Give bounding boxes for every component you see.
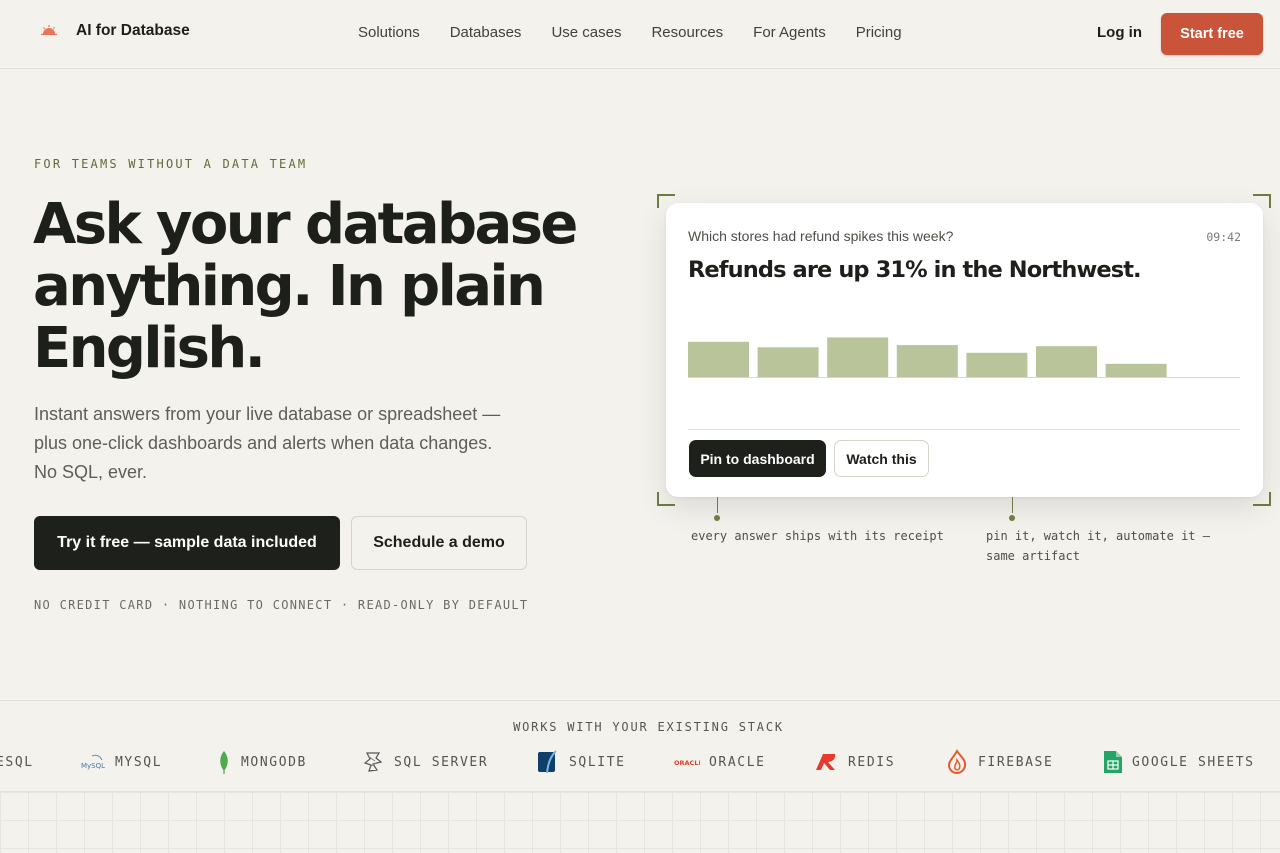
logo-row: ESQL MySQL MYSQL MONGODB SQL SERVER — [0, 748, 1280, 776]
sunrise-logo-icon — [41, 25, 57, 36]
logo-redis: REDIS — [813, 748, 895, 776]
mysql-mark: MySQL — [81, 762, 105, 770]
card-answer: Refunds are up 31% in the Northwest. — [688, 257, 1142, 283]
nav-resources[interactable]: Resources — [651, 24, 723, 41]
main-menu: Solutions Databases Use cases Resources … — [358, 24, 902, 41]
card-timestamp: 09:42 — [1206, 230, 1241, 244]
sqlite-icon — [538, 750, 557, 774]
hero-eyebrow: FOR TEAMS WITHOUT A DATA TEAM — [34, 157, 308, 171]
headline-line-3: English. — [33, 316, 266, 381]
callout-connector — [1012, 497, 1013, 513]
chart-bar — [827, 337, 889, 377]
callout-artifact: pin it, watch it, automate it — same art… — [986, 529, 1210, 563]
sql-server-icon — [363, 752, 383, 772]
logo-label: MONGODB — [241, 754, 307, 770]
chart-bar — [688, 341, 749, 377]
headline-line-1: Ask your database — [33, 192, 578, 257]
logo-label: SQL SERVER — [394, 754, 489, 770]
logo-mongodb: MONGODB — [216, 748, 307, 776]
start-free-button[interactable]: Start free — [1161, 13, 1263, 55]
logo-firebase: FIREBASE — [945, 748, 1053, 776]
logo-label: ESQL — [0, 754, 34, 770]
hero-subtitle: Instant answers from your live database … — [34, 404, 501, 482]
oracle-mark: ORACLE — [674, 759, 700, 767]
oracle-icon: ORACLE — [674, 759, 700, 767]
firebase-icon — [947, 749, 967, 775]
google-sheets-icon — [1104, 751, 1122, 773]
chart-bar — [1105, 363, 1167, 377]
nav-for-agents[interactable]: For Agents — [753, 24, 826, 41]
grid-background — [0, 792, 1280, 853]
refund-bar-chart — [688, 337, 1240, 378]
mysql-icon: MySQL — [81, 754, 105, 770]
nav-use-cases[interactable]: Use cases — [551, 24, 621, 41]
pin-to-dashboard-button[interactable]: Pin to dashboard — [689, 440, 826, 477]
nav-solutions[interactable]: Solutions — [358, 24, 420, 41]
logo-sqlite: SQLITE — [536, 748, 626, 776]
integrations-title: WORKS WITH YOUR EXISTING STACK — [513, 720, 784, 734]
schedule-demo-button[interactable]: Schedule a demo — [351, 516, 527, 570]
logo-oracle: ORACLE ORACLE — [674, 748, 766, 776]
hero-fineprint: NO CREDIT CARD · NOTHING TO CONNECT · RE… — [34, 598, 529, 612]
answer-card: Which stores had refund spikes this week… — [666, 203, 1263, 497]
brand-name: AI for Database — [76, 22, 190, 39]
headline-line-2: anything. In plain — [33, 254, 546, 319]
chart-bar — [1036, 346, 1097, 377]
try-free-button[interactable]: Try it free — sample data included — [34, 516, 340, 570]
integrations-strip: WORKS WITH YOUR EXISTING STACK ESQL MySQ… — [0, 700, 1280, 792]
redis-icon — [816, 754, 836, 770]
chart-bar — [757, 347, 819, 377]
callout-connector — [717, 497, 718, 513]
logo-label: MYSQL — [115, 754, 163, 770]
watch-this-button[interactable]: Watch this — [834, 440, 929, 477]
logo-label: REDIS — [848, 754, 896, 770]
top-navigation: AI for Database Solutions Databases Use … — [0, 0, 1280, 69]
callout-receipt: every answer ships with its receipt — [691, 529, 944, 543]
nav-pricing[interactable]: Pricing — [856, 24, 902, 41]
callout-dot — [714, 515, 720, 521]
logo-mysql: MySQL MYSQL — [80, 748, 162, 776]
logo-google-sheets: GOOGLE SHEETS — [1103, 748, 1255, 776]
logo-label: ORACLE — [709, 754, 766, 770]
callout-dot — [1009, 515, 1015, 521]
mongodb-leaf-icon — [220, 751, 228, 774]
chart-bar — [896, 345, 958, 377]
logo-label: FIREBASE — [978, 754, 1054, 770]
logo-postgresql: ESQL — [0, 748, 34, 776]
card-question: Which stores had refund spikes this week… — [688, 228, 954, 244]
login-link[interactable]: Log in — [1097, 24, 1142, 41]
logo-label: GOOGLE SHEETS — [1132, 754, 1255, 770]
divider — [688, 429, 1240, 430]
hero-headline: Ask your database anything. In plain Eng… — [33, 194, 633, 380]
logo-label: SQLITE — [569, 754, 626, 770]
brand[interactable]: AI for Database — [40, 22, 190, 40]
logo-sql-server: SQL SERVER — [361, 748, 488, 776]
chart-bar — [966, 352, 1028, 377]
nav-databases[interactable]: Databases — [450, 24, 522, 41]
